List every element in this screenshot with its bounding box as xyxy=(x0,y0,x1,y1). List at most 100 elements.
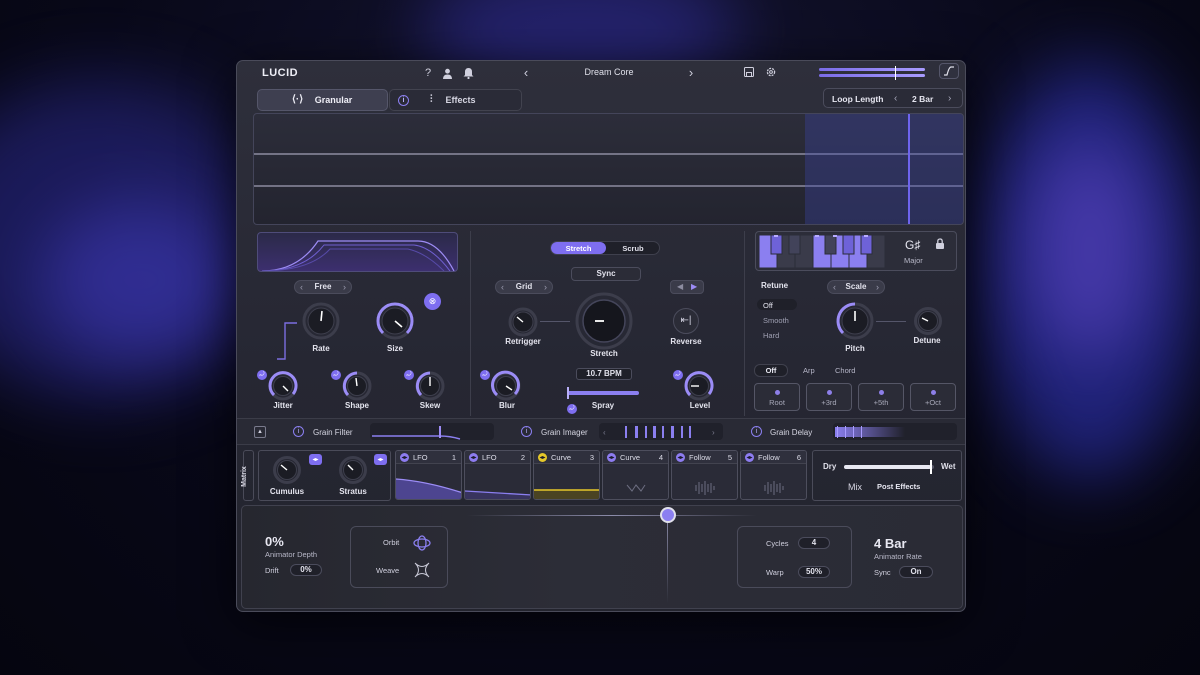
modulator-slot-4[interactable]: ◂▸ Curve 4 xyxy=(602,450,669,500)
play-mode-stretch[interactable]: Stretch xyxy=(551,242,606,254)
modulator-slot-6[interactable]: ◂▸ Follow 6 xyxy=(740,450,807,500)
curve-toggle-icon[interactable] xyxy=(939,63,959,79)
cumulus-link-icon[interactable]: ◂▸ xyxy=(309,454,322,465)
jitter-mod-icon[interactable]: ⤾ xyxy=(257,370,267,380)
retune-option-off[interactable]: Off xyxy=(763,302,773,310)
grid-mode-next-icon[interactable]: › xyxy=(544,283,547,292)
mix-slider[interactable] xyxy=(844,460,934,474)
scale-prev-icon[interactable]: ‹ xyxy=(833,283,836,292)
preset-next-icon[interactable]: › xyxy=(685,65,697,79)
grain-mode-selector[interactable]: ‹ Free › xyxy=(294,280,352,294)
chord-mode-off[interactable]: Off xyxy=(754,364,788,377)
shape-mod-icon[interactable]: ⤾ xyxy=(331,370,341,380)
grain-mode-prev-icon[interactable]: ‹ xyxy=(300,283,303,292)
grain-envelope-display[interactable] xyxy=(257,232,458,272)
waveform-display[interactable] xyxy=(253,113,964,225)
save-icon[interactable] xyxy=(743,66,755,78)
key-selector[interactable]: G♯ Major xyxy=(755,231,957,271)
grain-delay-power-icon[interactable]: i xyxy=(751,426,762,437)
modulator-slot-5[interactable]: ◂▸ Follow 5 xyxy=(671,450,738,500)
help-icon[interactable]: ? xyxy=(423,66,433,80)
spray-handle[interactable] xyxy=(567,387,569,399)
grain-delay-graph[interactable] xyxy=(833,423,957,440)
orbit-icon[interactable] xyxy=(412,534,432,552)
retune-option-hard[interactable]: Hard xyxy=(763,332,779,340)
cumulus-knob[interactable] xyxy=(272,455,302,490)
interval-root[interactable]: Root xyxy=(754,383,800,411)
preset-prev-icon[interactable]: ‹ xyxy=(520,65,532,79)
animator-depth-value[interactable]: 0% xyxy=(265,535,284,548)
lock-icon[interactable] xyxy=(934,237,946,249)
scale-selector[interactable]: ‹ Scale › xyxy=(827,280,885,294)
animator-sync-value[interactable]: On xyxy=(899,566,933,578)
reverse-icon[interactable]: ⇤| xyxy=(673,308,699,334)
interval-3rd[interactable]: +3rd xyxy=(806,383,852,411)
level-mod-icon[interactable]: ⤾ xyxy=(673,370,683,380)
spray-slider[interactable] xyxy=(567,391,639,395)
grain-filter-label[interactable]: Grain Filter xyxy=(313,429,353,437)
stratus-link-icon[interactable]: ◂▸ xyxy=(374,454,387,465)
warp-value[interactable]: 50% xyxy=(798,566,830,578)
drift-label: Drift xyxy=(265,566,279,575)
tab-granular[interactable]: ⟨·⟩ Granular xyxy=(257,89,388,111)
loop-prev-icon[interactable]: ‹ xyxy=(894,94,897,104)
output-level-meter[interactable] xyxy=(819,66,925,80)
orbit-label[interactable]: Orbit xyxy=(383,539,399,547)
rate-knob[interactable] xyxy=(301,301,341,346)
cycles-value[interactable]: 4 xyxy=(798,537,830,549)
modulator-slot-3[interactable]: ◂▸ Curve 3 xyxy=(533,450,600,500)
play-mode-toggle[interactable]: Stretch Scrub xyxy=(550,241,660,255)
grain-imager-power-icon[interactable]: i xyxy=(521,426,532,437)
grain-mode-next-icon[interactable]: › xyxy=(343,283,346,292)
grid-mode-selector[interactable]: ‹ Grid › xyxy=(495,280,553,294)
size-knob[interactable] xyxy=(375,301,415,346)
play-mode-scrub[interactable]: Scrub xyxy=(606,242,660,254)
loop-length-selector[interactable]: Loop Length ‹ 2 Bar › xyxy=(823,88,963,108)
post-effects-toggle[interactable]: Post Effects xyxy=(877,483,920,491)
matrix-tab[interactable]: Matrix xyxy=(241,450,254,501)
interval-5th[interactable]: +5th xyxy=(858,383,904,411)
modulator-slot-1[interactable]: ◂▸ LFO 1 xyxy=(395,450,462,500)
playhead[interactable] xyxy=(908,114,910,224)
modulator-slot-2[interactable]: ◂▸ LFO 2 xyxy=(464,450,531,500)
loop-next-icon[interactable]: › xyxy=(948,94,951,104)
animator-xy-handle[interactable] xyxy=(660,507,676,523)
grain-filter-power-icon[interactable]: i xyxy=(293,426,304,437)
svg-text:‹: ‹ xyxy=(603,428,606,437)
pitch-knob[interactable] xyxy=(835,301,875,346)
notification-bell-icon[interactable] xyxy=(462,66,474,80)
interval-oct[interactable]: +Oct xyxy=(910,383,956,411)
chord-mode-arp[interactable]: Arp xyxy=(803,367,815,375)
animator-rate-value[interactable]: 4 Bar xyxy=(874,537,907,550)
effects-power-icon[interactable]: i xyxy=(398,95,409,106)
sync-button[interactable]: Sync xyxy=(571,267,641,281)
grain-filter-graph[interactable] xyxy=(370,423,494,440)
retune-option-smooth[interactable]: Smooth xyxy=(763,317,789,325)
loop-region[interactable] xyxy=(805,114,963,224)
stratus-knob[interactable] xyxy=(338,455,368,490)
direction-left-icon[interactable]: ◀ xyxy=(677,283,683,291)
grid-mode-prev-icon[interactable]: ‹ xyxy=(501,283,504,292)
account-icon[interactable] xyxy=(441,66,453,80)
weave-label[interactable]: Weave xyxy=(376,567,399,575)
fx-expand-icon[interactable]: ▲ xyxy=(254,426,266,438)
settings-gear-icon[interactable] xyxy=(764,65,777,78)
mix-slider-handle[interactable] xyxy=(930,460,933,474)
link-icon[interactable]: ⊗ xyxy=(424,293,441,310)
scale-next-icon[interactable]: › xyxy=(876,283,879,292)
direction-selector[interactable]: ◀ ▶ xyxy=(670,280,704,294)
spray-mod-icon[interactable]: ⤾ xyxy=(567,404,577,414)
piano-keyboard[interactable] xyxy=(759,235,885,268)
grain-imager-label[interactable]: Grain Imager xyxy=(541,429,588,437)
grain-delay-label[interactable]: Grain Delay xyxy=(770,429,812,437)
preset-name[interactable]: Dream Core xyxy=(567,68,651,77)
stretch-knob[interactable] xyxy=(574,291,634,356)
weave-icon[interactable] xyxy=(412,561,432,579)
grain-imager-graph[interactable]: ‹ › xyxy=(599,423,723,440)
direction-right-icon[interactable]: ▶ xyxy=(691,283,697,291)
tab-effects[interactable]: i ⫶ Effects xyxy=(389,89,522,111)
blur-mod-icon[interactable]: ⤾ xyxy=(480,370,490,380)
chord-mode-chord[interactable]: Chord xyxy=(835,367,855,375)
skew-mod-icon[interactable]: ⤾ xyxy=(404,370,414,380)
drift-value[interactable]: 0% xyxy=(290,564,322,576)
